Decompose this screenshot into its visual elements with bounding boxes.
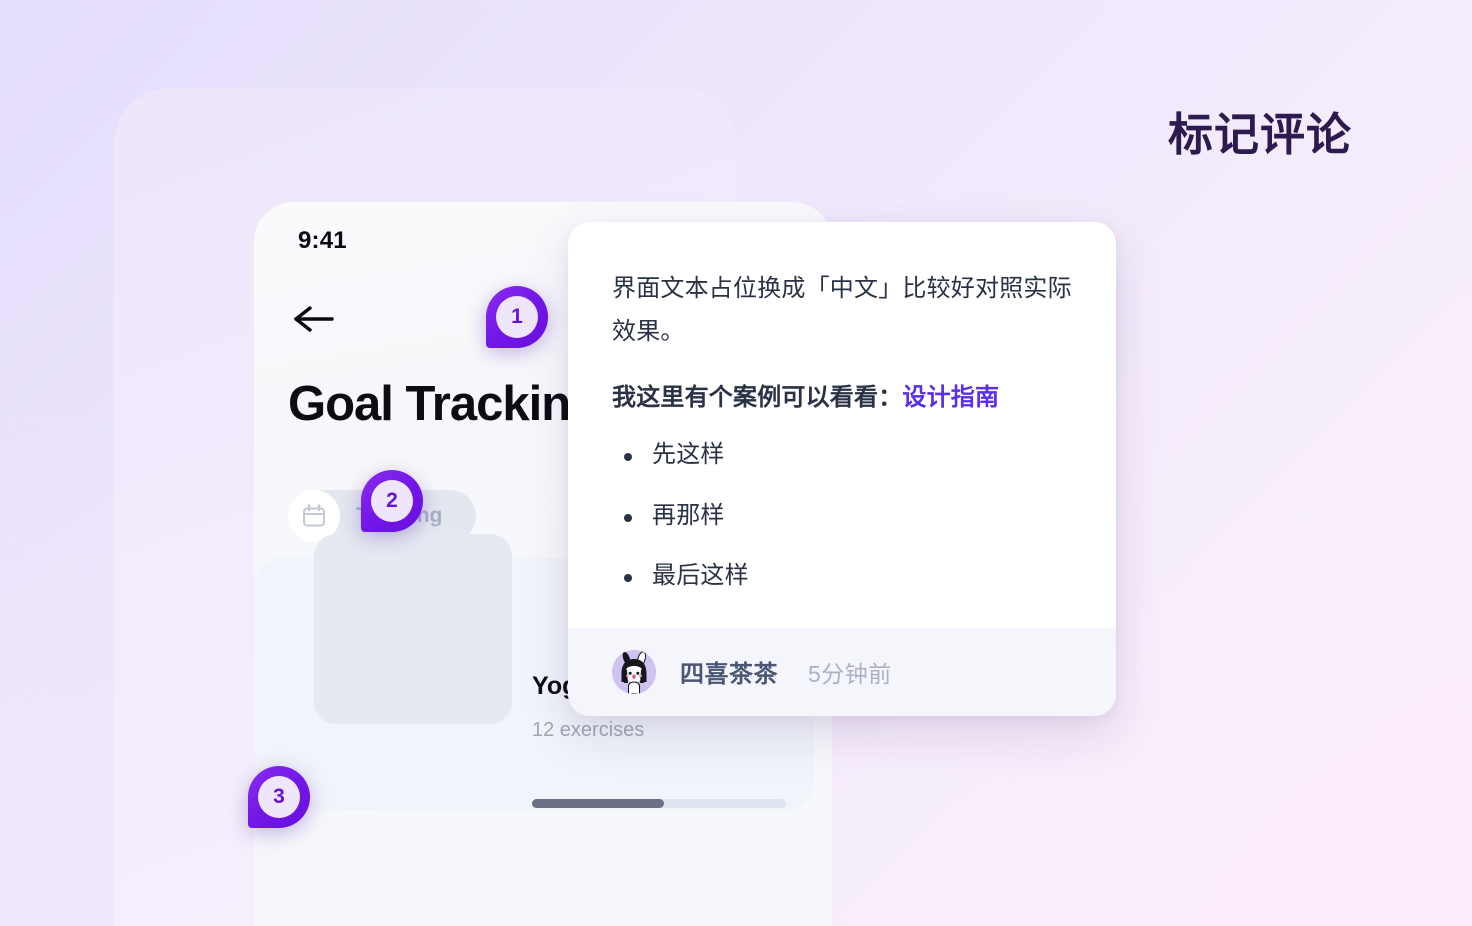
page-heading: Goal Tracking <box>288 377 600 431</box>
comment-author[interactable]: 四喜茶茶 <box>680 654 778 689</box>
comment-timestamp: 5分钟前 <box>808 660 892 687</box>
card-yoga-progress-fill <box>532 799 665 808</box>
back-button[interactable] <box>290 302 336 336</box>
comment-link[interactable]: 设计指南 <box>902 384 999 411</box>
marker-pin-3-number: 3 <box>258 776 300 818</box>
marker-pin-1-number: 1 <box>496 296 538 338</box>
card-yoga-progress <box>532 799 786 808</box>
marker-pin-2-number: 2 <box>371 480 413 522</box>
user-avatar-icon <box>612 649 656 694</box>
list-item: 再那样 <box>612 501 1072 532</box>
card-yoga-thumbnail <box>314 534 512 724</box>
card-yoga-subtitle: 12 exercises <box>532 719 645 741</box>
list-item: 先这样 <box>612 440 1072 471</box>
page-title: 标记评论 <box>1167 109 1352 160</box>
comment-lead-in-row: 我这里有个案例可以看看：设计指南 <box>612 379 1072 417</box>
comment-body: 界面文本占位换成「中文」比较好对照实际效果。 我这里有个案例可以看看：设计指南 … <box>568 222 1116 628</box>
comment-lead-in-text: 我这里有个案例可以看看： <box>612 384 903 412</box>
marker-pin-3[interactable]: 3 <box>248 766 310 828</box>
comment-card: 界面文本占位换成「中文」比较好对照实际效果。 我这里有个案例可以看看：设计指南 … <box>568 222 1116 716</box>
status-bar-time: 9:41 <box>298 227 347 254</box>
marker-pin-2[interactable]: 2 <box>361 470 423 532</box>
comment-footer: 四喜茶茶 5分钟前 <box>568 627 1116 716</box>
list-item: 最后这样 <box>612 561 1072 592</box>
marker-pin-1[interactable]: 1 <box>486 286 548 348</box>
avatar[interactable] <box>612 649 656 694</box>
comment-paragraph: 界面文本占位换成「中文」比较好对照实际效果。 <box>612 275 1072 345</box>
comment-bullet-list: 先这样 再那样 最后这样 <box>612 440 1072 592</box>
